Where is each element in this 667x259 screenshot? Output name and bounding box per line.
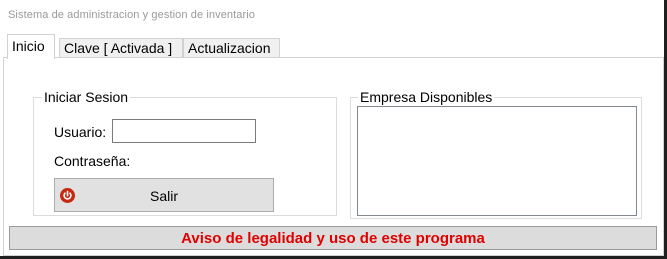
app-window: Sistema de administracion y gestion de i… (0, 0, 667, 259)
login-group-title: Iniciar Sesion (42, 89, 131, 105)
password-label: Contraseña: (54, 153, 131, 169)
companies-listbox[interactable] (357, 106, 637, 216)
login-group: Iniciar Sesion Usuario: Contraseña: Sali… (33, 89, 337, 216)
tab-inicio[interactable]: Inicio (7, 34, 55, 59)
tab-clave[interactable]: Clave [ Activada ] (59, 38, 183, 58)
tab-actualizacion[interactable]: Actualizacion (183, 38, 280, 58)
exit-button-label: Salir (149, 188, 178, 204)
exit-button[interactable]: Salir (54, 178, 274, 212)
window-title: Sistema de administracion y gestion de i… (8, 9, 256, 21)
title-bar: Sistema de administracion y gestion de i… (0, 0, 664, 32)
companies-group-title: Empresa Disponibles (358, 89, 495, 105)
tab-strip: Inicio Clave [ Activada ] Actualizacion (3, 34, 664, 59)
legal-notice-label: Aviso de legalidad y uso de este program… (181, 230, 485, 247)
legal-notice-button[interactable]: Aviso de legalidad y uso de este program… (9, 226, 657, 250)
user-input[interactable] (112, 119, 256, 143)
user-label: Usuario: (54, 124, 107, 140)
companies-group: Empresa Disponibles (350, 89, 642, 219)
